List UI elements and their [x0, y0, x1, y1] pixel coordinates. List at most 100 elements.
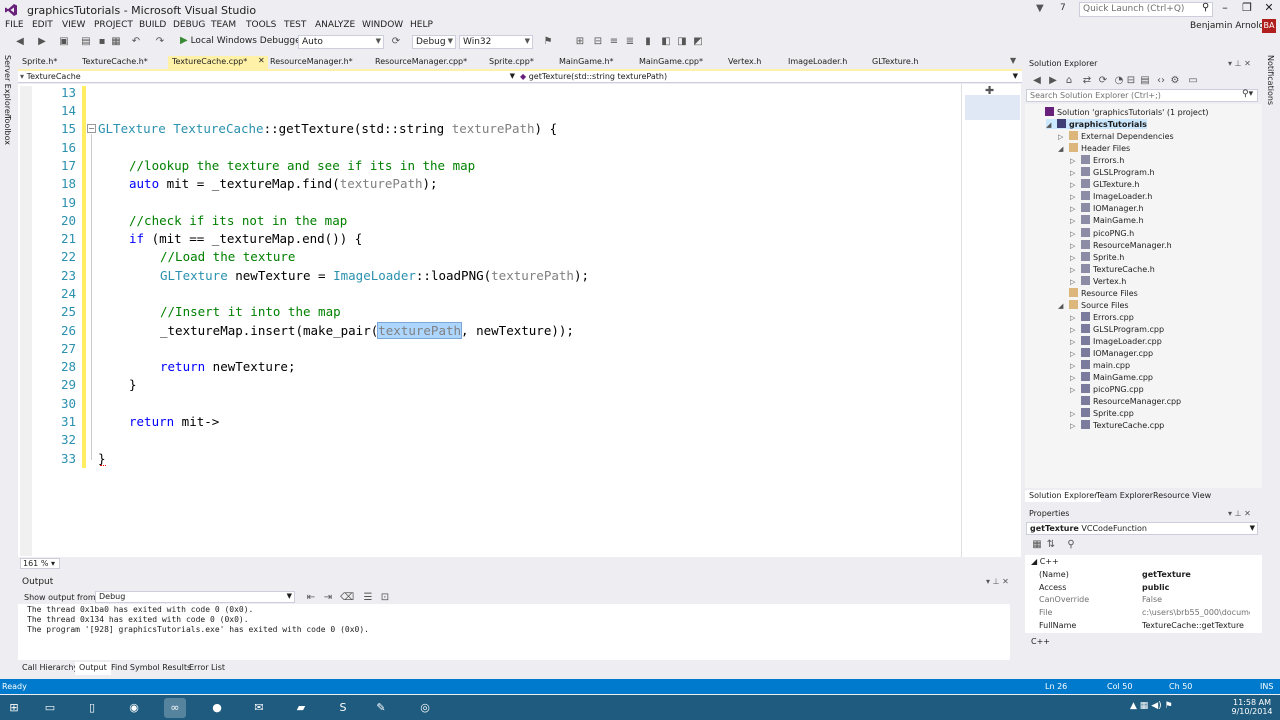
- word-wrap-icon[interactable]: ☰: [362, 592, 374, 604]
- menu-test[interactable]: TEST: [284, 20, 306, 30]
- expand-arrow-icon[interactable]: ▷: [1070, 362, 1079, 370]
- maximize-button[interactable]: ❐: [1236, 1, 1258, 17]
- expand-arrow-icon[interactable]: ▷: [1070, 254, 1079, 262]
- close-button[interactable]: ✕: [1258, 1, 1280, 17]
- tree-item[interactable]: ▷ IOManager.h: [1070, 203, 1144, 213]
- expand-arrow-icon[interactable]: ▷: [1070, 350, 1079, 358]
- doc-tab-texturecache-cpp[interactable]: TextureCache.cpp*: [168, 56, 268, 69]
- tree-item[interactable]: ▷ TextureCache.h: [1070, 263, 1155, 274]
- show-all-files-icon[interactable]: ▤: [1139, 75, 1151, 87]
- pin-icon[interactable]: ⊥: [993, 577, 1000, 586]
- doc-tab-vertex-h[interactable]: Vertex.h: [724, 56, 765, 69]
- solution-config-select[interactable]: Auto ▼: [298, 35, 384, 49]
- pending-changes-icon[interactable]: ◔: [1113, 75, 1125, 87]
- expand-arrow-icon[interactable]: ▷: [1058, 133, 1067, 141]
- scrollbar-thumb[interactable]: [965, 95, 1020, 120]
- expand-arrow-icon[interactable]: ▷: [1070, 169, 1079, 177]
- forward-icon[interactable]: ▶: [36, 36, 48, 48]
- code-line-28[interactable]: return newTexture;: [160, 359, 295, 374]
- property-name[interactable]: File: [1039, 608, 1052, 617]
- code-line-21[interactable]: if (mit == _textureMap.end()) {: [129, 231, 362, 246]
- start-debugging-button[interactable]: ▶ Local Windows Debugger ▾: [180, 35, 312, 46]
- menu-window[interactable]: WINDOW: [362, 20, 403, 30]
- tree-item[interactable]: ▷ Errors.h: [1070, 155, 1124, 165]
- outlook-icon[interactable]: ✉: [248, 698, 270, 718]
- property-name[interactable]: Access: [1039, 583, 1066, 592]
- pin-icon[interactable]: ⊥: [1235, 59, 1242, 68]
- tab-find-symbol-results[interactable]: Find Symbol Results: [107, 662, 195, 675]
- menu-tools[interactable]: TOOLS: [246, 20, 276, 30]
- expand-arrow-icon[interactable]: ▷: [1070, 193, 1079, 201]
- solution-search-input[interactable]: Search Solution Explorer (Ctrl+;): [1026, 89, 1258, 102]
- expand-arrow-icon[interactable]: ▷: [1070, 217, 1079, 225]
- panel-controls[interactable]: ▾ ⊥ ✕: [1228, 509, 1251, 518]
- doc-tab-maingame-cpp[interactable]: MainGame.cpp*: [635, 56, 707, 69]
- toggle-wrap-icon[interactable]: ⊡: [379, 592, 391, 604]
- prev-bookmark-icon[interactable]: ◧: [660, 36, 672, 48]
- doc-tab-resourcemanager-h[interactable]: ResourceManager.h*: [266, 56, 357, 69]
- tab-dropdown-icon[interactable]: ▼: [1010, 56, 1016, 65]
- obs-icon[interactable]: ◎: [414, 698, 436, 718]
- expand-arrow-icon[interactable]: ▷: [1070, 326, 1079, 334]
- user-name[interactable]: Benjamin Arnold: [1190, 21, 1264, 31]
- code-line-29[interactable]: }: [129, 377, 137, 392]
- code-editor[interactable]: [18, 84, 961, 557]
- clear-all-icon[interactable]: ⌫: [340, 592, 354, 604]
- expand-arrow-icon[interactable]: ▷: [1070, 314, 1079, 322]
- back-icon[interactable]: ◀: [1031, 75, 1043, 87]
- tree-item[interactable]: ▷ GLTexture.h: [1070, 179, 1139, 189]
- menu-edit[interactable]: EDIT: [32, 20, 53, 30]
- firefox-icon[interactable]: ●: [206, 698, 228, 718]
- menu-debug[interactable]: DEBUG: [173, 20, 205, 30]
- minimize-button[interactable]: –: [1214, 1, 1236, 17]
- tree-item[interactable]: ▷ TextureCache.cpp: [1070, 420, 1164, 430]
- skype-icon[interactable]: S: [332, 698, 354, 718]
- tree-item[interactable]: ▷ picoPNG.h: [1070, 227, 1134, 238]
- quick-launch-input[interactable]: Quick Launch (Ctrl+Q): [1079, 2, 1213, 17]
- code-line-18[interactable]: auto mit = _textureMap.find(texturePath)…: [129, 176, 438, 191]
- collapse-icon[interactable]: ◢: [1031, 557, 1037, 566]
- code-line-25[interactable]: //Insert it into the map: [160, 304, 341, 319]
- panel-controls[interactable]: ▾ ⊥ ✕: [986, 577, 1009, 586]
- notifications-tab[interactable]: Notifications: [1266, 55, 1275, 105]
- expand-arrow-icon[interactable]: ◢: [1058, 145, 1067, 153]
- properties-icon[interactable]: ⚙: [1169, 75, 1181, 87]
- property-name[interactable]: CanOverride: [1039, 595, 1089, 604]
- expand-arrow-icon[interactable]: ▷: [1070, 278, 1079, 286]
- close-icon[interactable]: ✕: [1244, 59, 1251, 68]
- uncomment-icon[interactable]: ≣: [624, 36, 636, 48]
- tree-item[interactable]: ▷ MainGame.h: [1070, 215, 1144, 225]
- comment-icon[interactable]: ≡: [608, 36, 620, 48]
- panel-controls[interactable]: ▾ ⊥ ✕: [1228, 59, 1251, 68]
- find-icon[interactable]: ⊟: [592, 36, 604, 48]
- visual-studio-taskbar-icon[interactable]: ∞: [164, 698, 186, 718]
- doc-tab-resourcemanager-cpp[interactable]: ResourceManager.cpp*: [371, 56, 471, 69]
- close-icon[interactable]: ✕: [1244, 509, 1251, 518]
- expand-arrow-icon[interactable]: ▷: [1070, 266, 1079, 274]
- properties-object-select[interactable]: getTexture VCCodeFunction ▼: [1026, 522, 1258, 535]
- collapse-all-icon[interactable]: ⊟: [1125, 75, 1137, 87]
- view-code-icon[interactable]: ‹›: [1155, 75, 1167, 87]
- build-config-select[interactable]: Debug ▼: [412, 35, 456, 49]
- code-line-17[interactable]: //lookup the texture and see if its in t…: [129, 158, 475, 173]
- close-icon[interactable]: ✕: [1002, 577, 1009, 586]
- refresh-icon[interactable]: ⟳: [390, 36, 402, 48]
- show-hidden-icons-icon[interactable]: ▲: [1130, 701, 1137, 711]
- code-line-31[interactable]: return mit->: [129, 414, 219, 429]
- member-dropdown[interactable]: ◆ getTexture(std::string texturePath) ▼: [520, 72, 1020, 82]
- volume-icon[interactable]: ◀): [1151, 701, 1161, 711]
- tree-item[interactable]: ▷ ImageLoader.h: [1070, 191, 1152, 201]
- output-source-select[interactable]: Debug ▼: [95, 591, 295, 603]
- tree-item[interactable]: ▷ ImageLoader.cpp: [1070, 335, 1162, 346]
- pin-icon[interactable]: ⊥: [1235, 509, 1242, 518]
- file-explorer-icon[interactable]: ▭: [39, 698, 61, 718]
- tools-icon[interactable]: ✎: [370, 698, 392, 718]
- tree-item[interactable]: Resource Files: [1058, 287, 1138, 298]
- network-icon[interactable]: ▦: [1140, 701, 1149, 711]
- refresh-icon[interactable]: ⟳: [1097, 75, 1109, 87]
- preview-icon[interactable]: ▭: [1187, 75, 1199, 87]
- tree-item[interactable]: ▷ Errors.cpp: [1070, 311, 1134, 322]
- new-project-icon[interactable]: ▣: [58, 36, 70, 48]
- output-scrollbar[interactable]: [1010, 604, 1022, 660]
- editor-scrollbar-map[interactable]: [961, 84, 1021, 557]
